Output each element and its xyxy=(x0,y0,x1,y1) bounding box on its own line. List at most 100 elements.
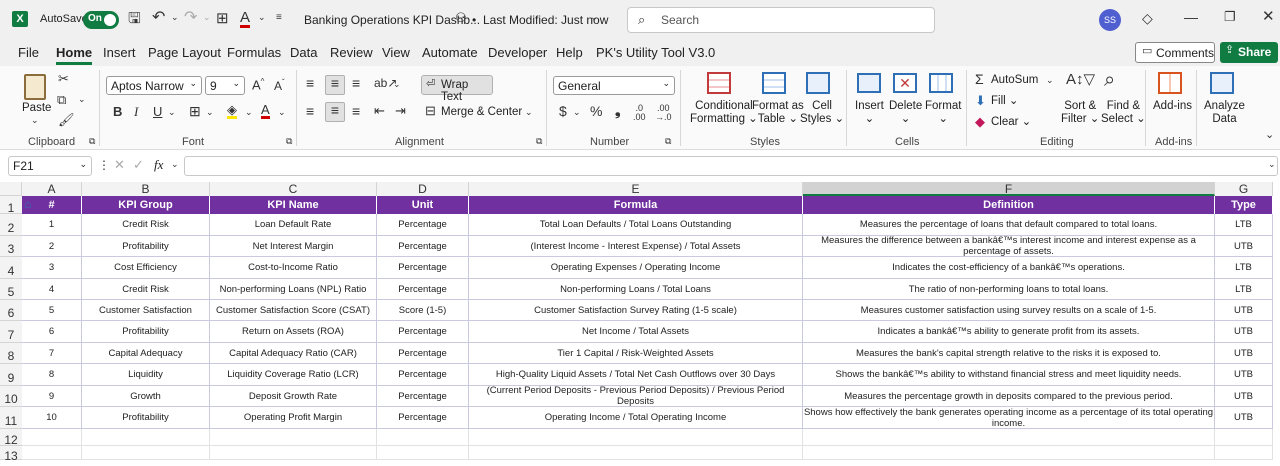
autosum-icon[interactable]: Σ xyxy=(975,72,984,86)
autosave-toggle[interactable]: On xyxy=(83,11,119,29)
bold-icon[interactable]: B xyxy=(113,105,122,118)
row-header-8[interactable]: 8 xyxy=(0,343,22,364)
column-header-g[interactable]: G xyxy=(1215,182,1273,196)
table-cell[interactable]: Growth xyxy=(82,386,210,407)
copy-icon[interactable]: ⧉ xyxy=(57,93,66,106)
row-header-1[interactable]: 1 xyxy=(0,196,22,215)
empty-cell[interactable] xyxy=(210,429,377,446)
number-launcher-icon[interactable]: ⧉ xyxy=(665,137,671,146)
empty-cell[interactable] xyxy=(22,446,82,460)
restore-icon[interactable]: ❐ xyxy=(1224,10,1236,23)
table-cell[interactable]: Customer Satisfaction Survey Rating (1-5… xyxy=(469,300,803,321)
font-color-dropdown-icon[interactable]: ⌄ xyxy=(258,13,266,22)
redo-icon[interactable]: ↷ xyxy=(184,10,197,26)
tab-formulas[interactable]: Formulas xyxy=(227,45,281,60)
collapse-ribbon-icon[interactable]: ⌄ xyxy=(1265,130,1274,141)
row-header-9[interactable]: 9 xyxy=(0,364,22,386)
empty-cell[interactable] xyxy=(377,429,469,446)
find-select-icon[interactable]: ⌕ xyxy=(1104,70,1115,90)
table-cell[interactable]: UTB xyxy=(1215,364,1273,386)
table-cell[interactable]: 3 xyxy=(22,257,82,279)
header-cell[interactable]: Formula xyxy=(469,196,803,214)
alignment-launcher-icon[interactable]: ⧉ xyxy=(536,137,542,146)
paste-label[interactable]: Paste xyxy=(22,102,51,115)
table-cell[interactable]: High-Quality Liquid Assets / Total Net C… xyxy=(469,364,803,386)
align-left-icon[interactable]: ≡ xyxy=(306,104,314,118)
header-cell[interactable]: Definition xyxy=(803,196,1215,214)
row-header-7[interactable]: 7 xyxy=(0,321,22,343)
empty-cell[interactable] xyxy=(803,446,1215,460)
table-cell[interactable]: Percentage xyxy=(377,321,469,343)
analyze-data-icon[interactable] xyxy=(1210,72,1234,94)
table-cell[interactable]: (Current Period Deposits - Previous Peri… xyxy=(469,386,803,407)
table-cell[interactable]: 8 xyxy=(22,364,82,386)
row-header-5[interactable]: 5 xyxy=(0,279,22,300)
find-select-label[interactable]: Find & Select ⌄ xyxy=(1101,100,1146,126)
table-cell[interactable]: Measures the percentage of loans that de… xyxy=(803,214,1215,236)
format-cells-icon[interactable] xyxy=(929,73,953,93)
table-cell[interactable]: Percentage xyxy=(377,257,469,279)
increase-indent-icon[interactable]: ⇥ xyxy=(395,104,406,117)
more-options-icon[interactable]: ⋮ xyxy=(98,159,110,171)
table-cell[interactable]: Non-performing Loans (NPL) Ratio xyxy=(210,279,377,300)
font-color-icon[interactable]: A xyxy=(261,103,270,119)
borders-icon[interactable]: ⊞ xyxy=(216,11,229,26)
table-cell[interactable]: 2 xyxy=(22,236,82,257)
insert-cells-icon[interactable] xyxy=(857,73,881,93)
table-cell[interactable]: Measures customer satisfaction using sur… xyxy=(803,300,1215,321)
table-cell[interactable]: UTB xyxy=(1215,343,1273,364)
table-cell[interactable]: Score (1-5) xyxy=(377,300,469,321)
table-cell[interactable]: Customer Satisfaction Score (CSAT) xyxy=(210,300,377,321)
fill-color-icon[interactable]: ◈ xyxy=(227,103,237,119)
table-cell[interactable]: Indicates the cost-efficiency of a bankâ… xyxy=(803,257,1215,279)
format-painter-icon[interactable]: 🖌 xyxy=(58,113,75,126)
align-center-icon[interactable]: ≡ xyxy=(325,102,345,122)
tab-developer[interactable]: Developer xyxy=(488,45,547,60)
paste-icon[interactable] xyxy=(24,74,46,100)
italic-icon[interactable]: I xyxy=(134,105,138,118)
customize-qat-icon[interactable]: ≡ xyxy=(276,13,282,23)
borders-dropdown-icon[interactable]: ⌄ xyxy=(206,108,214,117)
delete-cells-label[interactable]: Delete ⌄ xyxy=(889,100,922,126)
undo-dropdown-icon[interactable]: ⌄ xyxy=(171,13,179,22)
empty-cell[interactable] xyxy=(82,429,210,446)
diamond-icon[interactable]: ◇ xyxy=(1142,11,1153,25)
row-header-3[interactable]: 3 xyxy=(0,236,22,257)
analyze-data-label[interactable]: Analyze Data xyxy=(1204,100,1245,126)
clear-label[interactable]: Clear ⌄ xyxy=(991,116,1031,129)
table-cell[interactable]: Operating Profit Margin xyxy=(210,407,377,429)
avatar[interactable]: SS xyxy=(1099,9,1121,31)
borders-icon[interactable]: ⊞ xyxy=(189,104,201,118)
table-cell[interactable]: 7 xyxy=(22,343,82,364)
format-as-table-icon[interactable] xyxy=(762,72,786,94)
empty-cell[interactable] xyxy=(377,446,469,460)
delete-cells-icon[interactable]: ✕ xyxy=(893,73,917,93)
table-cell[interactable]: Return on Assets (ROA) xyxy=(210,321,377,343)
undo-icon[interactable]: ↶ xyxy=(152,10,165,26)
cell-styles-icon[interactable] xyxy=(806,72,830,94)
cut-icon[interactable]: ✂ xyxy=(58,72,69,85)
table-cell[interactable]: Percentage xyxy=(377,343,469,364)
column-header-d[interactable]: D xyxy=(377,182,469,196)
decrease-indent-icon[interactable]: ⇤ xyxy=(374,104,385,117)
fill-label[interactable]: Fill ⌄ xyxy=(991,95,1019,108)
empty-cell[interactable] xyxy=(469,429,803,446)
number-format-dropdown[interactable]: General ⌄ xyxy=(553,76,675,95)
decrease-font-icon[interactable]: Aˇ xyxy=(274,79,285,93)
table-cell[interactable]: Shows the bankâ€™s ability to withstand … xyxy=(803,364,1215,386)
wrap-text-button[interactable]: ⏎ Wrap Text xyxy=(421,75,493,103)
merge-dropdown-icon[interactable]: ⌄ xyxy=(525,108,533,117)
share-button[interactable]: ⇪ Share xyxy=(1220,42,1278,63)
table-cell[interactable]: UTB xyxy=(1215,386,1273,407)
confirm-entry-icon[interactable]: ✓ xyxy=(133,158,144,171)
decrease-decimal-icon[interactable]: .00 →.0 xyxy=(655,104,672,122)
sort-filter-icon[interactable]: A↕▽ xyxy=(1066,72,1095,87)
table-cell[interactable]: Profitability xyxy=(82,236,210,257)
table-cell[interactable]: UTB xyxy=(1215,407,1273,429)
cancel-entry-icon[interactable]: ✕ xyxy=(114,158,125,171)
document-title[interactable]: Banking Operations KPI Dashb... xyxy=(304,13,480,27)
row-header-6[interactable]: 6 xyxy=(0,300,22,321)
table-cell[interactable]: Percentage xyxy=(377,214,469,236)
home-icon[interactable]: ⌂ xyxy=(24,198,31,210)
increase-decimal-icon[interactable]: .0.00 xyxy=(633,104,646,122)
